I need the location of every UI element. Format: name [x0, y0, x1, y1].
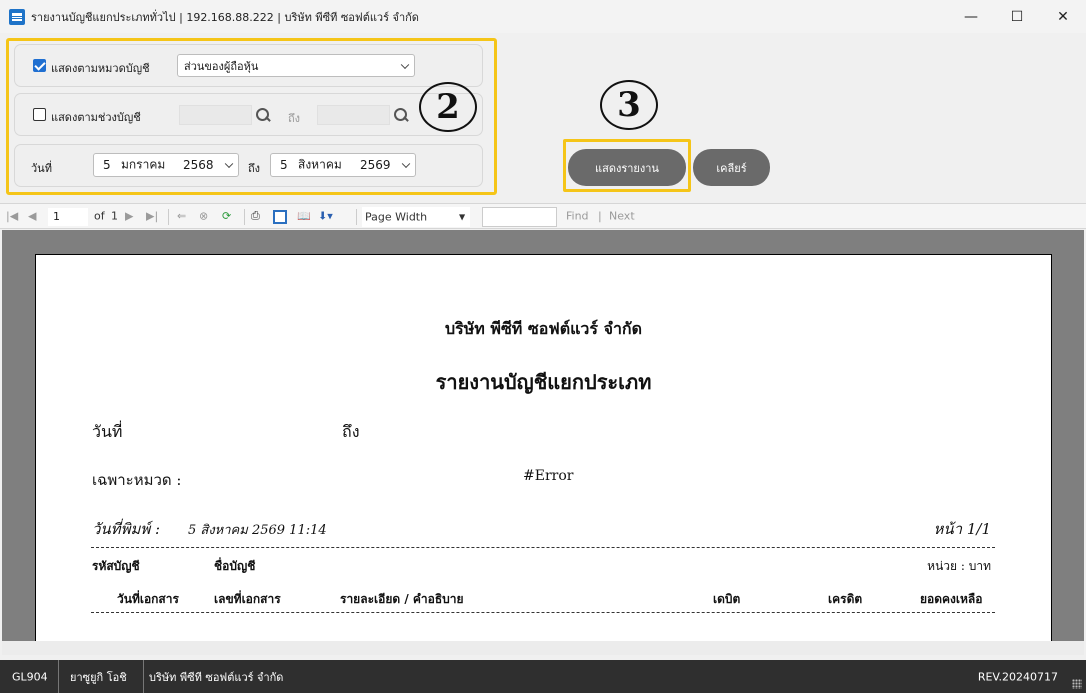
date-to-label: ถึง [248, 162, 261, 175]
report-title: รายงานบัญชีแยกประเภท [435, 370, 652, 394]
range-to-label: ถึง [288, 112, 301, 125]
header-account-code: รหัสบัญชี [92, 559, 140, 573]
next-page-icon[interactable]: ▶ [125, 210, 133, 223]
date-to-day: 5 [280, 158, 288, 172]
company-name: บริษัท พีซีที ซอฟต์แวร์ จำกัด [149, 670, 284, 684]
header-credit: เครดิต [828, 592, 863, 606]
date-to-picker[interactable]: 5 สิงหาคม 2569 [270, 153, 416, 177]
title-bar: รายงานบัญชีแยกประเภททั่วไป | 192.168.88.… [0, 0, 1086, 33]
header-debit: เดบิต [713, 592, 741, 606]
program-code: GL904 [12, 670, 48, 683]
header-doc-no: เลขที่เอกสาร [214, 592, 281, 606]
report-company: บริษัท พีซีที ซอฟต์แวร์ จำกัด [444, 319, 643, 338]
report-date-label: วันที่ [92, 422, 123, 441]
chevron-down-icon [400, 60, 410, 69]
horizontal-scrollbar[interactable] [2, 641, 1084, 655]
last-page-icon[interactable]: ▶| [146, 210, 158, 223]
window-title: รายงานบัญชีแยกประเภททั่วไป | 192.168.88.… [31, 10, 419, 24]
date-from-day: 5 [103, 158, 111, 172]
minimize-button[interactable]: — [948, 0, 994, 33]
resize-grip-icon[interactable] [1072, 679, 1082, 689]
chevron-down-icon [401, 159, 411, 169]
range-to-input[interactable] [317, 105, 390, 125]
total-pages: 1 [111, 209, 118, 223]
category-checkbox-label: แสดงตามหมวดบัญชี [51, 62, 150, 75]
of-label: of [94, 209, 105, 223]
report-page-number: หน้า 1/1 [933, 520, 991, 538]
step-3-annotation: 3 [600, 80, 658, 130]
chevron-down-icon: ▼ [459, 212, 466, 222]
header-balance: ยอดคงเหลือ [920, 592, 983, 606]
header-doc-date: วันที่เอกสาร [117, 592, 179, 606]
revision: REV.20240717 [977, 670, 1058, 683]
maximize-button[interactable]: ☐ [994, 0, 1040, 33]
close-button[interactable]: ✕ [1040, 0, 1086, 33]
find-input[interactable] [482, 207, 557, 227]
step-2-annotation: 2 [419, 82, 477, 132]
page-setup-icon[interactable]: 📖 [297, 210, 311, 223]
date-to-year: 2569 [360, 158, 391, 172]
search-icon[interactable] [393, 107, 409, 123]
find-separator: | [598, 209, 602, 223]
chevron-down-icon [224, 159, 234, 169]
print-icon[interactable]: ⎙ [251, 209, 260, 223]
range-from-input[interactable] [179, 105, 252, 125]
previous-page-icon[interactable]: ◀ [28, 210, 36, 223]
app-icon [9, 8, 25, 25]
export-icon[interactable]: ⬇▾ [318, 210, 333, 223]
find-link[interactable]: Find [566, 210, 589, 223]
user-name: ยาซูยูกิ โอชิ [70, 670, 127, 684]
print-layout-icon[interactable] [273, 210, 287, 224]
report-toolbar: |◀ ◀ 1 of 1 ▶ ▶| ⇐ ⊗ ⟳ ⎙ 📖 ⬇▾ Page Width… [0, 203, 1086, 229]
category-select-value: ส่วนของผู้ถือหุ้น [184, 59, 259, 73]
unit-label: หน่วย : บาท [927, 559, 991, 573]
back-icon[interactable]: ⇐ [177, 210, 186, 223]
category-checkbox[interactable] [33, 59, 46, 72]
refresh-icon[interactable]: ⟳ [222, 210, 231, 223]
zoom-value: Page Width [365, 210, 428, 224]
range-checkbox[interactable] [33, 108, 46, 121]
date-from-picker[interactable]: 5 มกราคม 2568 [93, 153, 239, 177]
page-number-input[interactable]: 1 [48, 208, 88, 226]
report-to-label: ถึง [342, 422, 360, 441]
date-from-year: 2568 [183, 158, 214, 172]
report-category-label: เฉพาะหมวด : [92, 471, 182, 489]
report-category-value: #Error [523, 468, 574, 484]
date-label: วันที่ [31, 162, 52, 175]
zoom-select[interactable]: Page Width ▼ [362, 207, 470, 227]
category-select[interactable]: ส่วนของผู้ถือหุ้น [177, 54, 415, 77]
stop-icon[interactable]: ⊗ [199, 210, 208, 223]
range-filter-row: แสดงตามช่วงบัญชี ถึง [14, 93, 483, 136]
next-link[interactable]: Next [609, 210, 635, 223]
search-icon[interactable] [255, 107, 271, 123]
date-to-month: สิงหาคม [298, 157, 342, 172]
first-page-icon[interactable]: |◀ [6, 210, 18, 223]
date-from-month: มกราคม [121, 157, 166, 172]
report-printed-value: 5 สิงหาคม 2569 11:14 [188, 523, 327, 538]
report-page: บริษัท พีซีที ซอฟต์แวร์ จำกัด รายงานบัญช… [35, 254, 1052, 641]
category-filter-row: แสดงตามหมวดบัญชี ส่วนของผู้ถือหุ้น [14, 44, 483, 87]
status-bar: GL904 ยาซูยูกิ โอชิ บริษัท พีซีที ซอฟต์แ… [0, 660, 1086, 693]
date-filter-row: วันที่ 5 มกราคม 2568 ถึง 5 สิงหาคม 2569 [14, 144, 483, 187]
report-printed-label: วันที่พิมพ์ : [92, 520, 161, 538]
clear-button[interactable]: เคลียร์ [693, 149, 770, 186]
show-report-button[interactable]: แสดงรายงาน [568, 149, 686, 186]
header-description: รายละเอียด / คำอธิบาย [340, 592, 464, 606]
window-controls: — ☐ ✕ [948, 0, 1086, 33]
range-checkbox-label: แสดงตามช่วงบัญชี [51, 111, 141, 124]
header-account-name: ชื่อบัญชี [214, 559, 256, 573]
